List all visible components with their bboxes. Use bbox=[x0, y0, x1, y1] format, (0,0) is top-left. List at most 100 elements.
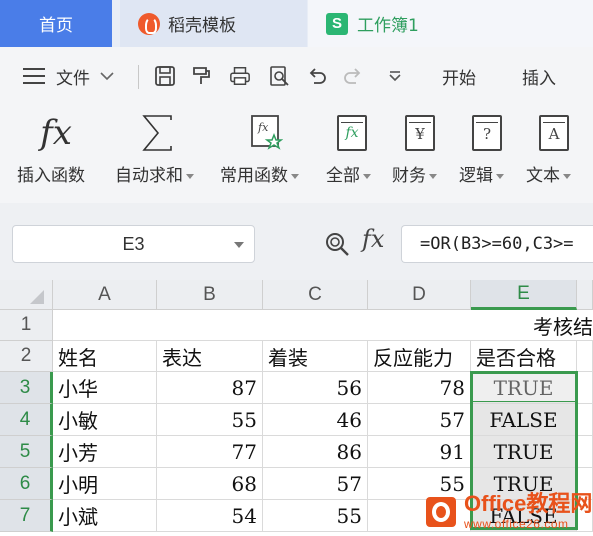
column-header-b[interactable]: B bbox=[157, 280, 263, 310]
quick-access-toolbar: 文件 开始 插入 bbox=[0, 47, 593, 105]
data-cell[interactable]: 46 bbox=[263, 404, 368, 436]
insert-function-button[interactable]: fx 插入函数 bbox=[14, 107, 104, 189]
data-cell[interactable]: 77 bbox=[157, 436, 263, 468]
data-cell[interactable]: 小斌 bbox=[53, 500, 157, 532]
chevron-down-icon[interactable] bbox=[234, 242, 244, 248]
tab-insert-label: 插入 bbox=[522, 68, 556, 89]
result-cell[interactable]: FALSE bbox=[471, 404, 577, 436]
all-functions-icon: fx bbox=[332, 113, 372, 153]
formula-input[interactable]: =OR(B3>=60,C3>= bbox=[401, 225, 593, 263]
header-cell[interactable]: 是否合格 bbox=[471, 341, 577, 372]
data-cell[interactable]: 57 bbox=[368, 404, 471, 436]
row-header-1[interactable]: 1 bbox=[0, 310, 53, 341]
column-header-e[interactable]: E bbox=[471, 280, 577, 310]
tab-daoke-label: 稻壳模板 bbox=[168, 16, 236, 36]
row-header-7[interactable]: 7 bbox=[0, 500, 53, 532]
common-functions-button[interactable]: fx 常用函数 bbox=[218, 107, 318, 189]
print-icon[interactable] bbox=[229, 65, 251, 87]
fx-icon[interactable]: fx bbox=[362, 225, 384, 253]
formula-bar: E3 fx =OR(B3>=60,C3>= bbox=[0, 203, 593, 280]
data-cell[interactable]: 55 bbox=[157, 404, 263, 436]
select-all-corner[interactable] bbox=[0, 280, 53, 310]
data-cell[interactable]: 小明 bbox=[53, 468, 157, 500]
tab-insert[interactable]: 插入 bbox=[522, 63, 556, 89]
auto-sum-label: 自动求和 bbox=[115, 161, 194, 186]
toolbar-divider bbox=[138, 65, 139, 89]
menu-icon[interactable] bbox=[23, 68, 45, 84]
result-cell[interactable]: TRUE bbox=[471, 436, 577, 468]
header-cell[interactable]: 反应能力 bbox=[368, 341, 471, 372]
header-cell[interactable]: 表达 bbox=[157, 341, 263, 372]
common-functions-label: 常用函数 bbox=[220, 161, 299, 186]
tab-workbook-label: 工作簿1 bbox=[357, 16, 419, 36]
finance-functions-button[interactable]: ¥ 财务 bbox=[390, 107, 452, 189]
row-header-2[interactable]: 2 bbox=[0, 341, 53, 372]
result-cell[interactable]: TRUE bbox=[471, 372, 577, 404]
logic-functions-button[interactable]: ? 逻辑 bbox=[457, 107, 519, 189]
data-cell[interactable]: 57 bbox=[263, 468, 368, 500]
tab-home[interactable]: 首页 bbox=[0, 0, 112, 47]
auto-sum-button[interactable]: 自动求和 bbox=[112, 107, 212, 189]
undo-icon[interactable] bbox=[306, 65, 328, 87]
tab-workbook[interactable]: S 工作簿1 bbox=[308, 0, 593, 47]
column-header-a[interactable]: A bbox=[53, 280, 157, 310]
data-cell[interactable]: 小芳 bbox=[53, 436, 157, 468]
finance-label: 财务 bbox=[392, 161, 437, 186]
formula-text: =OR(B3>=60,C3>= bbox=[420, 234, 574, 254]
customize-dropdown-icon[interactable] bbox=[384, 65, 406, 87]
header-cell-overflow bbox=[577, 341, 593, 372]
tab-home-label: 首页 bbox=[39, 16, 73, 36]
data-cell[interactable]: 小华 bbox=[53, 372, 157, 404]
row-header-4[interactable]: 4 bbox=[0, 404, 53, 436]
title-cell[interactable]: 考核结 bbox=[53, 310, 593, 341]
header-cell[interactable]: 着装 bbox=[263, 341, 368, 372]
all-functions-label: 全部 bbox=[326, 161, 371, 186]
redo-icon[interactable] bbox=[342, 65, 364, 87]
print-preview-icon[interactable] bbox=[268, 65, 290, 87]
watermark: Office教程网 www.office26.com bbox=[420, 486, 593, 536]
empty-cell[interactable] bbox=[577, 372, 593, 404]
spreadsheet-icon: S bbox=[326, 12, 348, 35]
daoke-logo-icon bbox=[138, 12, 160, 35]
row-header-6[interactable]: 6 bbox=[0, 468, 53, 500]
chevron-down-icon bbox=[100, 72, 114, 81]
star-function-icon: fx bbox=[246, 113, 286, 153]
tab-daoke-templates[interactable]: 稻壳模板 bbox=[120, 0, 307, 47]
logic-label: 逻辑 bbox=[459, 161, 504, 186]
row-header-5[interactable]: 5 bbox=[0, 436, 53, 468]
file-menu-button[interactable]: 文件 bbox=[56, 63, 114, 89]
empty-cell[interactable] bbox=[577, 436, 593, 468]
name-box-value: E3 bbox=[122, 233, 145, 254]
data-cell[interactable]: 56 bbox=[263, 372, 368, 404]
finance-icon: ¥ bbox=[400, 113, 440, 153]
zoom-icon[interactable] bbox=[324, 231, 350, 257]
data-cell[interactable]: 68 bbox=[157, 468, 263, 500]
data-cell[interactable]: 小敏 bbox=[53, 404, 157, 436]
data-cell[interactable]: 91 bbox=[368, 436, 471, 468]
tab-start-label: 开始 bbox=[442, 68, 476, 89]
data-cell[interactable]: 55 bbox=[263, 500, 368, 532]
data-cell[interactable]: 87 bbox=[157, 372, 263, 404]
column-header-overflow bbox=[577, 280, 593, 310]
watermark-main: Office教程网 bbox=[464, 490, 593, 516]
name-box[interactable]: E3 bbox=[12, 225, 255, 263]
header-cell[interactable]: 姓名 bbox=[53, 341, 157, 372]
insert-function-label: 插入函数 bbox=[17, 166, 85, 186]
format-painter-icon[interactable] bbox=[190, 65, 212, 87]
text-label: 文本 bbox=[526, 161, 571, 186]
logic-icon: ? bbox=[467, 113, 507, 153]
ribbon: 文件 开始 插入 fx 插入函数 自动求和 fx 常用函数 fx 全部 ¥ 财务… bbox=[0, 47, 593, 203]
all-functions-button[interactable]: fx 全部 bbox=[324, 107, 384, 189]
data-cell[interactable]: 86 bbox=[263, 436, 368, 468]
office-logo-icon bbox=[420, 491, 460, 531]
empty-cell[interactable] bbox=[577, 404, 593, 436]
column-header-c[interactable]: C bbox=[263, 280, 368, 310]
row-header-3[interactable]: 3 bbox=[0, 372, 53, 404]
text-functions-button[interactable]: A 文本 bbox=[524, 107, 586, 189]
data-cell[interactable]: 78 bbox=[368, 372, 471, 404]
tab-bar: 首页 稻壳模板 S 工作簿1 bbox=[0, 0, 593, 47]
tab-start[interactable]: 开始 bbox=[442, 63, 476, 89]
save-icon[interactable] bbox=[154, 65, 176, 87]
data-cell[interactable]: 54 bbox=[157, 500, 263, 532]
column-header-d[interactable]: D bbox=[368, 280, 471, 310]
